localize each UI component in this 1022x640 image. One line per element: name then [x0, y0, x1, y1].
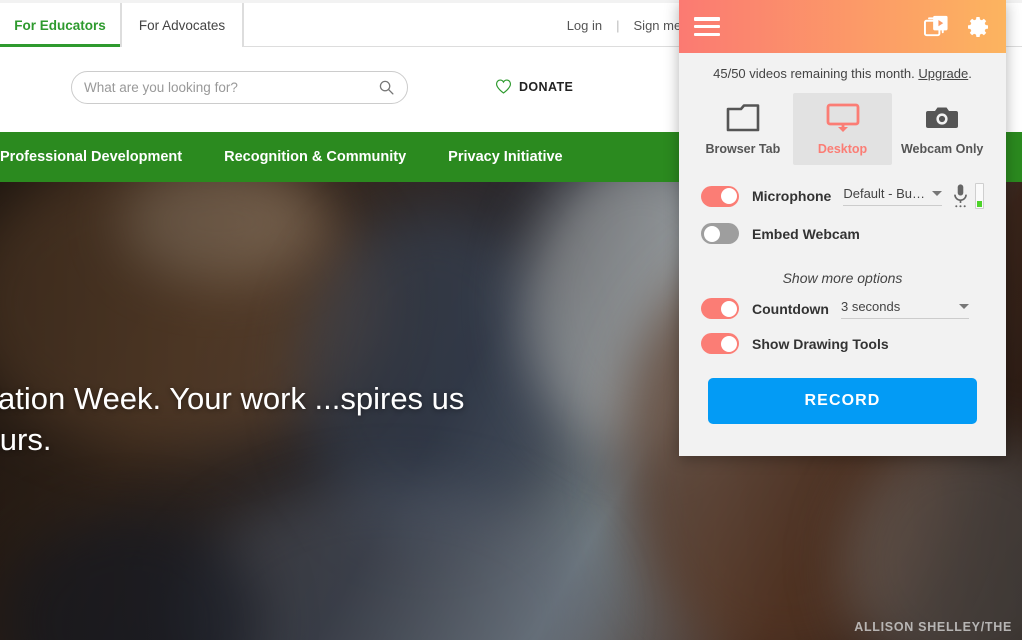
- drawing-tools-toggle[interactable]: [701, 333, 739, 354]
- mode-webcam-only[interactable]: Webcam Only: [892, 93, 992, 165]
- hero-headline: ...preciation Week. Your work ...spires …: [0, 381, 465, 458]
- mic-level-bar: [975, 183, 984, 209]
- donate-label: DONATE: [519, 79, 574, 94]
- screen-root: For Educators For Advocates Log in | Sig…: [0, 0, 1022, 640]
- tab-for-advocates-label: For Advocates: [138, 17, 226, 33]
- record-button-container: RECORD: [679, 354, 1006, 424]
- capture-mode-selector: Browser Tab Desktop Webcam Only: [679, 93, 1006, 165]
- microphone-icon: [954, 184, 967, 208]
- popup-header-icons: [924, 14, 991, 39]
- tab-for-educators-label: For Educators: [14, 17, 106, 33]
- quota-message: 45/50 videos remaining this month.: [713, 66, 919, 81]
- donate-link[interactable]: DONATE: [495, 79, 573, 94]
- mode-desktop[interactable]: Desktop: [792, 93, 893, 165]
- video-library-icon[interactable]: [924, 14, 949, 39]
- login-link[interactable]: Log in: [553, 18, 616, 33]
- countdown-duration-value: 3 seconds: [840, 298, 901, 314]
- quota-suffix: .: [968, 66, 972, 81]
- quota-text: 45/50 videos remaining this month. Upgra…: [679, 53, 1006, 93]
- nav-item-privacy-initiative[interactable]: Privacy Initiative: [448, 149, 562, 165]
- drawing-tools-row: Show Drawing Tools: [679, 333, 1006, 354]
- microphone-row: Microphone Default - Buil…: [679, 183, 1006, 209]
- embed-webcam-row: Embed Webcam: [679, 223, 1006, 244]
- desktop-monitor-icon: [826, 103, 859, 132]
- countdown-duration-select[interactable]: 3 seconds: [840, 298, 969, 319]
- heart-icon: [495, 79, 512, 94]
- microphone-level-meter: [952, 183, 984, 209]
- embed-webcam-label: Embed Webcam: [752, 225, 860, 242]
- countdown-row: Countdown 3 seconds: [679, 298, 1006, 319]
- mode-browser-tab-label: Browser Tab: [705, 142, 781, 156]
- camera-icon: [926, 107, 959, 128]
- tab-for-advocates[interactable]: For Advocates: [121, 3, 243, 47]
- search-input[interactable]: [84, 80, 378, 95]
- countdown-toggle[interactable]: [701, 298, 739, 319]
- chevron-down-icon: [958, 303, 969, 309]
- search-box[interactable]: [71, 71, 408, 104]
- mode-browser-tab[interactable]: Browser Tab: [693, 93, 793, 165]
- hamburger-menu-icon[interactable]: [694, 17, 720, 36]
- countdown-label: Countdown: [752, 300, 829, 317]
- popup-header: [679, 0, 1006, 53]
- search-icon[interactable]: [378, 79, 395, 96]
- mode-desktop-label: Desktop: [817, 142, 868, 156]
- embed-webcam-toggle[interactable]: [701, 223, 739, 244]
- mode-webcam-only-label: Webcam Only: [900, 142, 984, 156]
- show-more-options-link[interactable]: Show more options: [679, 270, 1006, 286]
- photo-credit: ALLISON SHELLEY/THE: [854, 620, 1012, 634]
- nav-item-professional-development[interactable]: Professional Development: [0, 149, 182, 165]
- record-button[interactable]: RECORD: [708, 378, 977, 424]
- nav-item-recognition-community[interactable]: Recognition & Community: [224, 149, 406, 165]
- screen-recorder-popup: 45/50 videos remaining this month. Upgra…: [679, 0, 1006, 456]
- tab-for-educators[interactable]: For Educators: [0, 3, 121, 47]
- gear-icon[interactable]: [967, 15, 991, 39]
- microphone-device-value: Default - Buil…: [843, 186, 926, 201]
- upgrade-link[interactable]: Upgrade: [918, 66, 968, 81]
- microphone-label: Microphone: [752, 188, 832, 204]
- chevron-down-icon: [932, 191, 942, 196]
- microphone-device-select[interactable]: Default - Buil…: [843, 186, 942, 206]
- microphone-toggle[interactable]: [701, 185, 739, 207]
- drawing-tools-label: Show Drawing Tools: [752, 335, 889, 352]
- browser-tab-icon: [726, 104, 760, 132]
